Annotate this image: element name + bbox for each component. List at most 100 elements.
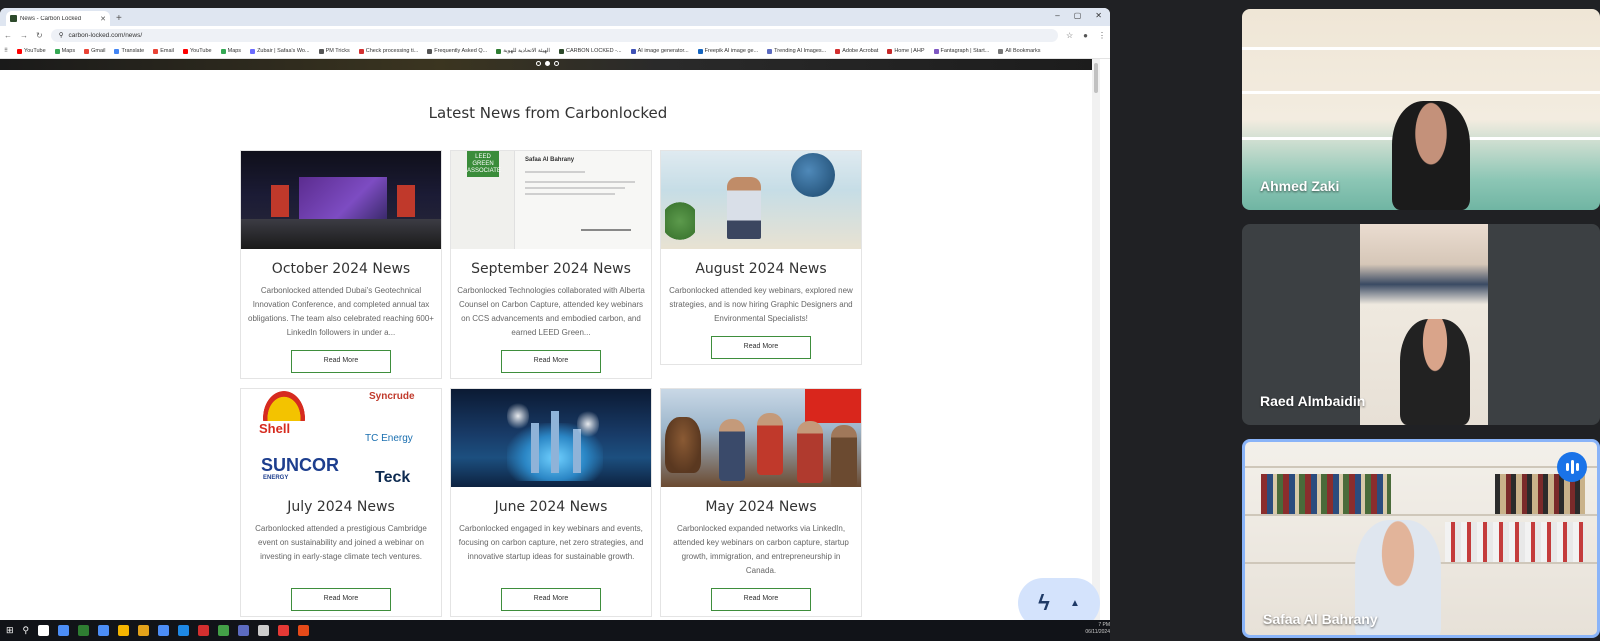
bookmark-item[interactable]: YouTube (182, 48, 212, 54)
expand-up-icon[interactable]: ▲ (1070, 598, 1080, 609)
taskbar-app-icon[interactable] (98, 625, 110, 636)
read-more-button[interactable]: Read More (711, 336, 811, 359)
system-clock[interactable]: 7 PM 06/11/2024 (1085, 622, 1110, 636)
bookmark-item[interactable]: Fantagraph | Start... (933, 48, 990, 54)
bookmark-item[interactable]: Freepik AI image ge... (697, 48, 758, 54)
carousel-dot-active[interactable] (545, 61, 550, 66)
taskbar-app-icon[interactable] (198, 625, 210, 636)
lightning-logo-icon[interactable]: ϟ (1038, 590, 1050, 616)
url-field[interactable]: ⚲ carbon-locked.com/news/ (50, 28, 1058, 42)
read-more-button[interactable]: Read More (501, 350, 601, 373)
bookmark-label: Email (160, 48, 174, 54)
taskbar-app-icon[interactable] (138, 625, 150, 636)
bookmark-item[interactable]: الهيئة الاتحادية للهوية (496, 48, 550, 54)
taskbar-app-icon[interactable] (238, 625, 250, 636)
participant-name: Safaa Al Bahrany (1263, 611, 1378, 627)
bookmark-label: All Bookmarks (1005, 48, 1041, 54)
taskbar-app-icon[interactable] (78, 625, 90, 636)
bookmark-label: Check processing ti... (365, 48, 419, 54)
bookmark-item[interactable]: Maps (54, 48, 75, 54)
bookmark-item[interactable]: PM Tricks (318, 48, 350, 54)
bookmark-item[interactable]: Email (153, 48, 174, 54)
browser-menu-icon[interactable]: ⋮ (1098, 31, 1106, 40)
news-card-summary: Carbonlocked attended a prestigious Camb… (255, 524, 427, 561)
bookmark-label: Gmail (91, 48, 106, 54)
logo-text: TC Energy (365, 433, 413, 444)
bookmark-item[interactable]: Adobe Acrobat (835, 48, 878, 54)
close-window-icon[interactable]: ✕ (1095, 11, 1102, 20)
news-card-title[interactable]: July 2024 News (241, 499, 441, 515)
taskbar-app-icon[interactable] (298, 625, 310, 636)
bookmark-favicon-icon (182, 48, 188, 54)
windows-start-icon[interactable]: ⊞ (6, 625, 14, 636)
back-icon[interactable]: ← (4, 31, 12, 40)
news-thumbnail-image[interactable] (241, 151, 441, 249)
browser-tab[interactable]: News - Carbon Locked ✕ (6, 11, 110, 26)
bookmark-item[interactable]: Maps (220, 48, 241, 54)
news-thumbnail-image[interactable]: Shell Syncrude TC Energy SUNCOR ENERGY T… (241, 389, 441, 487)
bookmark-item[interactable]: Translate (114, 48, 144, 54)
bookmark-label: YouTube (189, 48, 212, 54)
read-more-button[interactable]: Read More (501, 588, 601, 611)
bookmark-item[interactable]: Check processing ti... (358, 48, 419, 54)
page-scrollbar[interactable] (1092, 59, 1100, 620)
bookmark-item[interactable]: Home | AHP (887, 48, 925, 54)
news-card-title[interactable]: June 2024 News (451, 499, 651, 515)
reload-icon[interactable]: ↻ (36, 31, 43, 40)
taskbar-app-icon[interactable] (158, 625, 170, 636)
bookmark-item[interactable]: All Bookmarks (998, 48, 1040, 54)
carousel-dot[interactable] (554, 61, 559, 66)
scrollbar-thumb[interactable] (1094, 63, 1098, 93)
participant-tile[interactable]: Raed Almbaidin (1242, 224, 1600, 425)
bookmark-favicon-icon (998, 48, 1004, 54)
url-text: carbon-locked.com/news/ (68, 31, 143, 39)
bookmark-item[interactable]: Trending AI Images... (767, 48, 826, 54)
bookmark-favicon-icon (887, 48, 893, 54)
taskbar-app-icon[interactable] (258, 625, 270, 636)
news-card-title[interactable]: October 2024 News (241, 261, 441, 277)
taskbar-app-icon[interactable] (278, 625, 290, 636)
close-tab-icon[interactable]: ✕ (100, 15, 106, 23)
bookmark-favicon-icon (496, 48, 502, 54)
bookmark-item[interactable]: Zubair | Safaa's Wo... (250, 48, 310, 54)
read-more-button[interactable]: Read More (291, 350, 391, 373)
bookmark-item[interactable]: AI image generator... (630, 48, 689, 54)
leed-badge: LEED GREEN ASSOCIATE (467, 151, 501, 177)
news-thumbnail-image[interactable]: LEED GREEN ASSOCIATE Safaa Al Bahrany (451, 151, 651, 249)
taskbar-app-icon[interactable] (38, 625, 50, 636)
search-icon[interactable]: ⚲ (23, 625, 30, 636)
news-card-title[interactable]: August 2024 News (661, 261, 861, 277)
new-tab-icon[interactable]: + (116, 13, 122, 24)
taskbar-app-icon[interactable] (178, 625, 190, 636)
site-info-icon[interactable]: ⚲ (59, 31, 64, 39)
apps-grid-icon[interactable]: ⠿ (4, 48, 8, 54)
tab-strip: News - Carbon Locked ✕ + – ▢ ✕ (0, 8, 1110, 26)
read-more-button[interactable]: Read More (711, 588, 811, 611)
news-card-title[interactable]: September 2024 News (451, 261, 651, 277)
news-card-summary: Carbonlocked engaged in key webinars and… (458, 524, 644, 561)
news-thumbnail-image[interactable] (661, 389, 861, 487)
maximize-icon[interactable]: ▢ (1074, 11, 1082, 20)
participant-tile-speaking[interactable]: Safaa Al Bahrany (1242, 439, 1600, 638)
read-more-button[interactable]: Read More (291, 588, 391, 611)
participant-tile[interactable]: Ahmed Zaki (1242, 9, 1600, 210)
bookmark-item[interactable]: Gmail (84, 48, 105, 54)
bookmark-label: Adobe Acrobat (842, 48, 879, 54)
bookmark-item[interactable]: YouTube (17, 48, 46, 54)
profile-avatar-icon[interactable]: ● (1083, 31, 1088, 40)
news-thumbnail-image[interactable] (451, 389, 651, 487)
news-thumbnail-image[interactable] (661, 151, 861, 249)
bookmark-label: Fantagraph | Start... (940, 48, 990, 54)
bookmark-star-icon[interactable]: ☆ (1066, 31, 1073, 40)
bookmark-item[interactable]: CARBON LOCKED -... (558, 48, 622, 54)
taskbar-app-icon[interactable] (58, 625, 70, 636)
bookmark-label: PM Tricks (325, 48, 350, 54)
carousel-dots (536, 61, 559, 66)
news-card-title[interactable]: May 2024 News (661, 499, 861, 515)
forward-icon[interactable]: → (20, 31, 28, 40)
taskbar-app-icon[interactable] (218, 625, 230, 636)
taskbar-app-icon[interactable] (118, 625, 130, 636)
minimize-icon[interactable]: – (1055, 11, 1059, 20)
bookmark-item[interactable]: Frequently Asked Q... (427, 48, 487, 54)
carousel-dot[interactable] (536, 61, 541, 66)
